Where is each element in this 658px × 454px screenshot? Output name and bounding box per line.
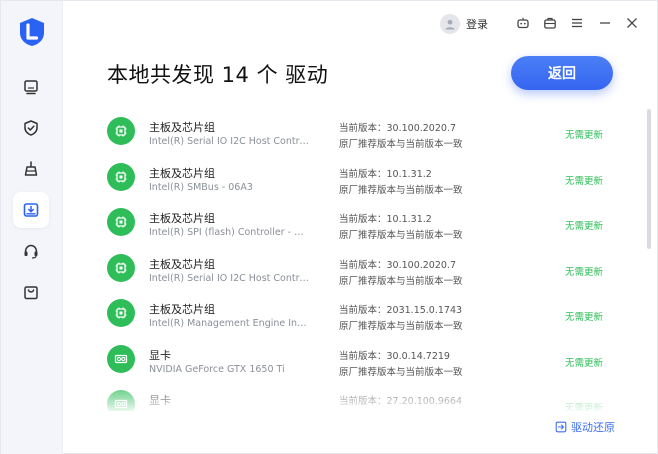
driver-row: 显卡 当前版本：27.20.100.9664 原厂推荐版本与当前版本一致 无需更新 xyxy=(63,382,643,411)
driver-current-version: 当前版本：30.100.2020.7 xyxy=(339,123,457,134)
scrollbar[interactable] xyxy=(647,109,651,249)
gpu-icon xyxy=(107,390,135,411)
driver-recommendation: 原厂推荐版本与当前版本一致 xyxy=(339,275,463,287)
login-label: 登录 xyxy=(466,18,488,31)
driver-recommendation: 原厂推荐版本与当前版本一致 xyxy=(339,230,463,241)
driver-current-version: 当前版本：30.0.14.7219 xyxy=(339,350,450,362)
driver-status: 无需更新 xyxy=(565,221,604,232)
driver-row: 主板及芯片组 Intel(R) SMBus - 06A3 当前版本：10.1.31.… xyxy=(63,155,643,200)
driver-current-version: 当前版本：10.1.31.2 xyxy=(339,214,432,225)
driver-row: 主板及芯片组 Intel(R) Serial IO I2C Host Contro… xyxy=(63,109,643,154)
driver-status: 无需更新 xyxy=(565,266,604,278)
driver-current-version: 当前版本：30.100.2020.7 xyxy=(339,259,457,271)
driver-status: 无需更新 xyxy=(565,403,604,411)
headset-icon xyxy=(24,244,38,259)
briefcase-icon[interactable] xyxy=(542,15,558,31)
driver-device-name: Intel(R) Serial IO I2C Host Controll... xyxy=(149,272,309,284)
driver-device-name: NVIDIA GeForce GTX 1650 Ti xyxy=(149,363,285,375)
monitor-icon xyxy=(24,80,38,95)
shield-icon xyxy=(24,120,38,136)
chip-icon xyxy=(107,162,135,191)
avatar xyxy=(440,14,460,34)
driver-recommendation: 原厂推荐版本与当前版本一致 xyxy=(339,139,463,150)
driver-device-name: Intel(R) Management Engine Inter... xyxy=(149,318,309,329)
app-window: 登录 本地共发现 14 个 驱动 返回 主板及芯片组 Intel(R) Seria… xyxy=(0,0,658,454)
driver-category: 主板及芯片组 xyxy=(149,212,215,225)
robot-icon[interactable] xyxy=(515,15,531,31)
sidebar xyxy=(1,1,63,454)
sidebar-item-driver[interactable] xyxy=(13,192,49,228)
driver-row: 显卡 NVIDIA GeForce GTX 1650 Ti 当前版本：30.0.14… xyxy=(63,337,643,382)
broom-icon xyxy=(24,161,38,176)
login-button[interactable]: 登录 xyxy=(440,14,488,34)
back-button[interactable]: 返回 xyxy=(511,56,613,90)
sidebar-item-store[interactable] xyxy=(13,274,49,310)
driver-category: 显卡 xyxy=(149,394,171,407)
driver-device-name: Intel(R) SMBus - 06A3 xyxy=(149,181,253,193)
driver-list: 主板及芯片组 Intel(R) Serial IO I2C Host Contro… xyxy=(63,109,643,411)
sidebar-item-protection[interactable] xyxy=(13,110,49,146)
driver-status: 无需更新 xyxy=(565,312,604,323)
driver-current-version: 当前版本：27.20.100.9664 xyxy=(339,396,463,407)
user-icon xyxy=(445,19,455,30)
close-icon[interactable] xyxy=(624,15,640,31)
driver-current-version: 当前版本：2031.15.0.1743 xyxy=(339,305,463,316)
page-title: 本地共发现 14 个 驱动 xyxy=(107,63,329,87)
bag-icon xyxy=(24,286,38,300)
chip-icon xyxy=(107,299,135,327)
driver-recommendation: 原厂推荐版本与当前版本一致 xyxy=(339,366,463,378)
gpu-icon xyxy=(107,344,135,373)
driver-recommendation: 原厂推荐版本与当前版本一致 xyxy=(339,321,463,332)
driver-icon xyxy=(23,203,39,217)
app-logo-icon xyxy=(18,17,46,47)
chip-icon xyxy=(107,253,135,282)
driver-row: 主板及芯片组 Intel(R) Serial IO I2C Host Contro… xyxy=(63,246,643,291)
minimize-icon[interactable] xyxy=(597,15,613,31)
menu-icon[interactable] xyxy=(569,15,585,31)
sidebar-item-monitor[interactable] xyxy=(13,69,49,105)
driver-category: 主板及芯片组 xyxy=(149,303,215,316)
driver-category: 主板及芯片组 xyxy=(149,121,215,134)
chip-icon xyxy=(107,117,135,145)
chip-icon xyxy=(107,208,135,236)
driver-status: 无需更新 xyxy=(565,175,604,187)
driver-device-name: Intel(R) SPI (flash) Controller - 06A4 xyxy=(149,227,309,238)
driver-row: 主板及芯片组 Intel(R) SPI (flash) Controller - … xyxy=(63,200,643,245)
driver-recommendation: 原厂推荐版本与当前版本一致 xyxy=(339,409,463,411)
driver-status: 无需更新 xyxy=(565,130,604,141)
sidebar-item-cleanup[interactable] xyxy=(13,151,49,187)
driver-category: 显卡 xyxy=(149,348,171,362)
title-bar: 登录 xyxy=(63,1,657,47)
driver-recommendation: 原厂推荐版本与当前版本一致 xyxy=(339,184,463,196)
driver-current-version: 当前版本：10.1.31.2 xyxy=(339,168,432,180)
driver-restore-label: 驱动还原 xyxy=(571,421,615,434)
driver-row: 主板及芯片组 Intel(R) Management Engine Inter..… xyxy=(63,291,643,336)
driver-status: 无需更新 xyxy=(565,357,604,369)
sidebar-item-support[interactable] xyxy=(13,233,49,269)
driver-category: 主板及芯片组 xyxy=(149,257,215,271)
restore-icon xyxy=(555,421,567,433)
driver-device-name: Intel(R) Serial IO I2C Host Controll... xyxy=(149,136,309,147)
driver-category: 主板及芯片组 xyxy=(149,166,215,180)
driver-restore-link[interactable]: 驱动还原 xyxy=(555,419,615,435)
